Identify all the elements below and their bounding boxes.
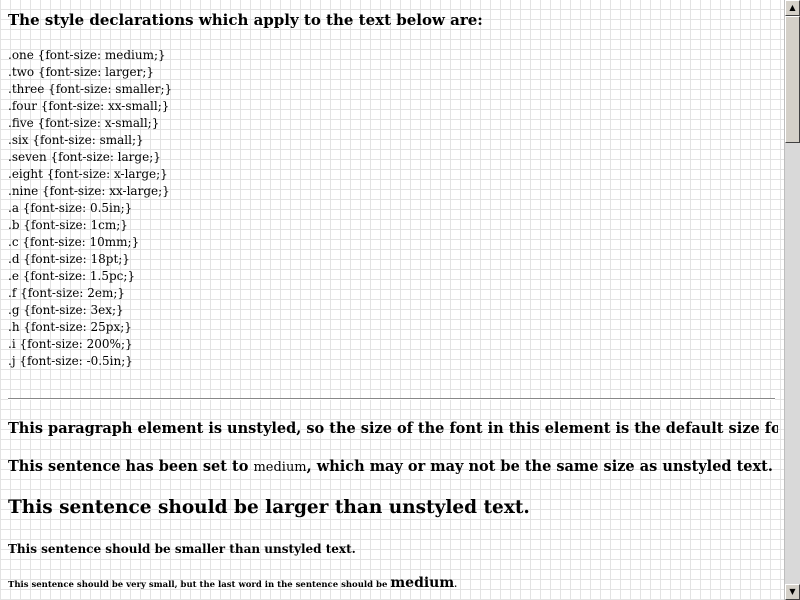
very-small-paragraph: This sentence should be very small, but … bbox=[8, 575, 457, 591]
style-declarations-list: .one {font-size: medium;} .two {font-siz… bbox=[8, 48, 173, 368]
triangle-down-icon: ▼ bbox=[789, 587, 796, 596]
medium-paragraph: This sentence has been set to medium, wh… bbox=[8, 458, 773, 475]
scroll-down-button[interactable]: ▼ bbox=[785, 584, 800, 600]
medium-paragraph-end: , which may or may not be the same size … bbox=[306, 458, 773, 475]
very-small-paragraph-text: This sentence should be very small, but … bbox=[8, 580, 391, 590]
very-small-paragraph-period: . bbox=[454, 580, 458, 590]
smaller-paragraph: This sentence should be smaller than uns… bbox=[8, 542, 356, 556]
larger-paragraph: This sentence should be larger than unst… bbox=[8, 497, 530, 518]
scroll-thumb[interactable] bbox=[785, 16, 800, 143]
unstyled-paragraph: This paragraph element is unstyled, so t… bbox=[8, 420, 778, 437]
document-body: The style declarations which apply to th… bbox=[8, 0, 778, 600]
medium-last-word: medium bbox=[390, 575, 455, 591]
vertical-scrollbar[interactable]: ▲ ▼ bbox=[784, 0, 800, 600]
medium-paragraph-start: This sentence has been set to bbox=[8, 458, 254, 475]
scroll-up-button[interactable]: ▲ bbox=[785, 0, 800, 16]
declarations-heading: The style declarations which apply to th… bbox=[8, 11, 483, 29]
horizontal-rule bbox=[8, 398, 775, 400]
triangle-up-icon: ▲ bbox=[789, 3, 796, 12]
medium-keyword: medium bbox=[253, 460, 307, 475]
